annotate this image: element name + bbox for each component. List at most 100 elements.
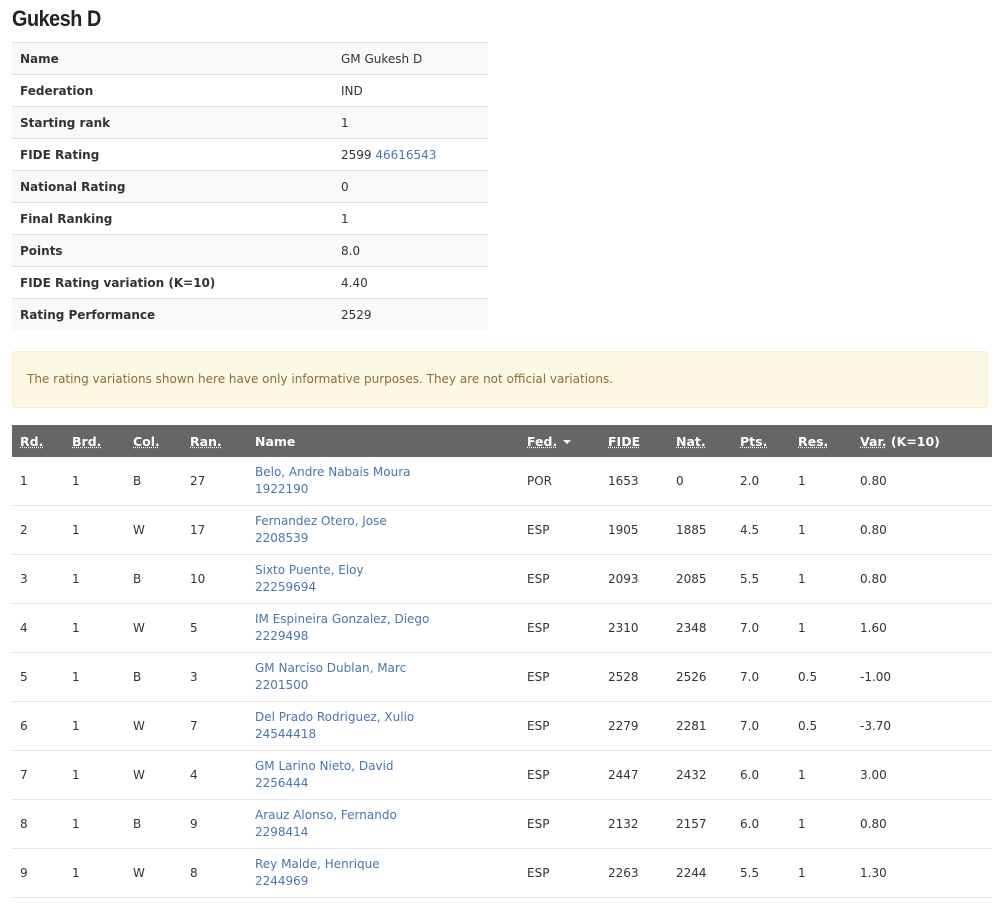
cell-rank: 4 (182, 750, 247, 800)
cell-fide-rating: 2263 (600, 848, 668, 898)
col-header-name: Name (247, 425, 519, 457)
info-label: FIDE Rating variation (K=10) (12, 266, 333, 299)
cell-color: B (125, 554, 182, 604)
opponent-id-link[interactable]: 2229498 (255, 628, 519, 645)
cell-color: W (125, 750, 182, 800)
table-row: 4 1 W 5 IM Espineira Gonzalez, Diego 2229498 E… (12, 603, 992, 653)
info-value: 8.0 (341, 243, 361, 258)
cell-round: 3 (12, 554, 64, 604)
cell-points: 4.5 (732, 505, 790, 555)
cell-points: 7.0 (732, 652, 790, 702)
cell-rank: 3 (182, 652, 247, 702)
cell-opponent: Belo, Andre Nabais Moura 1922190 (247, 457, 519, 506)
col-header-var[interactable]: Var. (K=10) (852, 425, 992, 457)
cell-variation: 0.80 (852, 554, 992, 604)
col-header-rd[interactable]: Rd. (12, 425, 64, 457)
opponent-id-link[interactable]: 22259694 (255, 579, 519, 596)
cell-rank: 10 (182, 554, 247, 604)
cell-variation: 0.80 (852, 799, 992, 849)
cell-rank: 9 (182, 799, 247, 849)
cell-round: 6 (12, 701, 64, 751)
cell-opponent: IM Espineira Gonzalez, Diego 2229498 (247, 603, 519, 653)
col-header-fed[interactable]: Fed. (519, 425, 600, 457)
cell-result: 1 (790, 750, 852, 800)
cell-color: W (125, 505, 182, 555)
cell-round: 9 (12, 848, 64, 898)
cell-round: 1 (12, 457, 64, 506)
cell-rank: 5 (182, 603, 247, 653)
opponent-name-link[interactable]: Rey Malde, Henrique (255, 856, 519, 873)
cell-national-rating: 2157 (668, 799, 732, 849)
col-header-pts[interactable]: Pts. (732, 425, 790, 457)
cell-color: B (125, 799, 182, 849)
col-header-res[interactable]: Res. (790, 425, 852, 457)
opponent-name-link[interactable]: GM Narciso Dublan, Marc (255, 660, 519, 677)
games-table: Rd. Brd. Col. Ran. Name Fed. FIDE Nat. P… (12, 425, 992, 898)
col-header-brd[interactable]: Brd. (64, 425, 125, 457)
opponent-id-link[interactable]: 2256444 (255, 775, 519, 792)
cell-result: 0.5 (790, 701, 852, 751)
cell-fide-rating: 2279 (600, 701, 668, 751)
table-header-row: Rd. Brd. Col. Ran. Name Fed. FIDE Nat. P… (12, 425, 992, 457)
cell-board: 1 (64, 457, 125, 506)
opponent-id-link[interactable]: 1922190 (255, 481, 519, 498)
opponent-id-link[interactable]: 24544418 (255, 726, 519, 743)
cell-color: W (125, 701, 182, 751)
opponent-name-link[interactable]: Fernandez Otero, Jose (255, 513, 519, 530)
opponent-id-link[interactable]: 2208539 (255, 530, 519, 547)
fide-id-link[interactable]: 46616543 (375, 148, 436, 162)
opponent-name-link[interactable]: Belo, Andre Nabais Moura (255, 464, 519, 481)
col-header-ran[interactable]: Ran. (182, 425, 247, 457)
cell-variation: -1.00 (852, 652, 992, 702)
opponent-name-link[interactable]: IM Espineira Gonzalez, Diego (255, 611, 519, 628)
cell-opponent: Del Prado Rodriguez, Xulio 24544418 (247, 701, 519, 751)
cell-result: 1 (790, 603, 852, 653)
cell-board: 1 (64, 799, 125, 849)
cell-fide-rating: 2447 (600, 750, 668, 800)
cell-result: 1 (790, 554, 852, 604)
cell-national-rating: 2348 (668, 603, 732, 653)
col-header-nat[interactable]: Nat. (668, 425, 732, 457)
sort-desc-icon (563, 440, 572, 444)
cell-opponent: GM Larino Nieto, David 2256444 (247, 750, 519, 800)
info-row: National Rating 0 (12, 170, 488, 203)
cell-points: 5.5 (732, 848, 790, 898)
cell-points: 2.0 (732, 457, 790, 506)
opponent-id-link[interactable]: 2298414 (255, 824, 519, 841)
info-value-cell: 1 (333, 106, 488, 139)
cell-board: 1 (64, 750, 125, 800)
info-value: 1 (341, 211, 349, 226)
cell-board: 1 (64, 848, 125, 898)
cell-result: 1 (790, 799, 852, 849)
opponent-id-link[interactable]: 2244969 (255, 873, 519, 890)
cell-points: 6.0 (732, 750, 790, 800)
info-row: Name GM Gukesh D (12, 42, 488, 75)
info-row: Final Ranking 1 (12, 202, 488, 235)
page-title: Gukesh D (12, 6, 101, 31)
opponent-id-link[interactable]: 2201500 (255, 677, 519, 694)
cell-board: 1 (64, 505, 125, 555)
opponent-name-link[interactable]: GM Larino Nieto, David (255, 758, 519, 775)
cell-rank: 7 (182, 701, 247, 751)
table-row: 8 1 B 9 Arauz Alonso, Fernando 2298414 ESP 2132… (12, 799, 992, 849)
info-row: Federation IND (12, 74, 488, 107)
col-header-fide[interactable]: FIDE (600, 425, 668, 457)
cell-variation: 0.80 (852, 505, 992, 555)
opponent-name-link[interactable]: Arauz Alonso, Fernando (255, 807, 519, 824)
cell-round: 8 (12, 799, 64, 849)
cell-variation: 0.80 (852, 457, 992, 506)
info-row: FIDE Rating variation (K=10) 4.40 (12, 266, 488, 299)
cell-points: 5.5 (732, 554, 790, 604)
opponent-name-link[interactable]: Sixto Puente, Eloy (255, 562, 519, 579)
table-row: 3 1 B 10 Sixto Puente, Eloy 22259694 ESP 2093 20… (12, 554, 992, 604)
cell-national-rating: 2432 (668, 750, 732, 800)
cell-opponent: Sixto Puente, Eloy 22259694 (247, 554, 519, 604)
cell-national-rating: 2085 (668, 554, 732, 604)
cell-variation: -3.70 (852, 701, 992, 751)
info-value-cell: IND (333, 74, 488, 107)
opponent-name-link[interactable]: Del Prado Rodriguez, Xulio (255, 709, 519, 726)
cell-federation: ESP (519, 554, 600, 604)
col-header-col[interactable]: Col. (125, 425, 182, 457)
info-value: 0 (341, 179, 349, 194)
cell-color: B (125, 457, 182, 506)
